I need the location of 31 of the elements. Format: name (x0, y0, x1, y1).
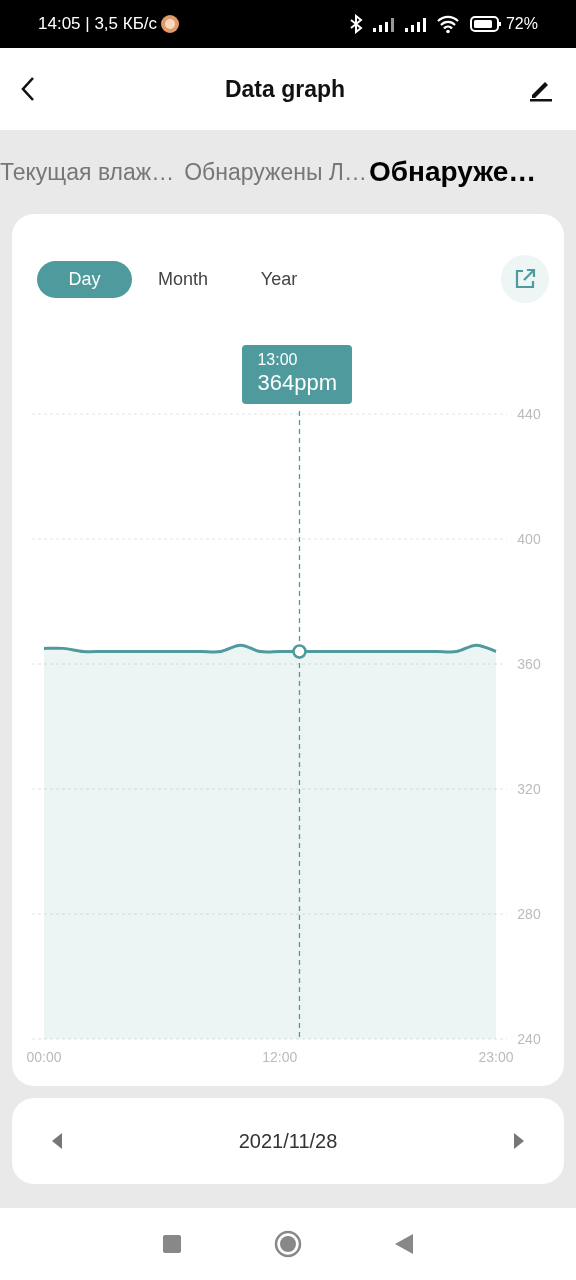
sensor-tab[interactable]: Обнаруже… (368, 151, 537, 193)
x-axis-label: 12:00 (262, 1049, 298, 1065)
y-axis-label: 320 (517, 781, 541, 797)
y-axis-label: 400 (517, 531, 541, 547)
sensor-tab[interactable]: Обнаружены Л… (184, 154, 367, 190)
wifi-icon (435, 14, 460, 34)
y-axis-label: 360 (517, 656, 541, 672)
range-tab[interactable]: Year (234, 260, 324, 298)
share-button[interactable] (501, 255, 549, 303)
home-button[interactable] (274, 1230, 302, 1258)
app-notification-icon (160, 14, 181, 34)
tooltip-time: 13:00 (257, 350, 299, 370)
next-date-button[interactable] (512, 1132, 526, 1150)
battery-percent: 72% (505, 14, 538, 34)
recents-button[interactable] (162, 1234, 182, 1254)
previous-date-button[interactable] (50, 1132, 64, 1150)
y-axis-label: 240 (517, 1031, 541, 1047)
tooltip-value: 364ppm (257, 370, 337, 396)
x-axis-label: 23:00 (478, 1049, 514, 1065)
x-axis-label: 00:00 (26, 1049, 62, 1065)
page-title: Data graph (223, 74, 347, 104)
y-axis-label: 280 (517, 906, 541, 922)
back-nav-button[interactable] (394, 1233, 414, 1255)
y-axis-label: 440 (517, 406, 541, 422)
status-time: 14:05 | 3,5 КБ/с (38, 13, 158, 36)
data-point (292, 644, 307, 659)
range-tab[interactable]: Month (138, 260, 228, 298)
share-icon (513, 267, 537, 291)
sensor-tab[interactable]: Текущая влаж… (0, 154, 175, 190)
battery-icon (469, 15, 502, 33)
selected-date: 2021/11/28 (237, 1129, 339, 1154)
